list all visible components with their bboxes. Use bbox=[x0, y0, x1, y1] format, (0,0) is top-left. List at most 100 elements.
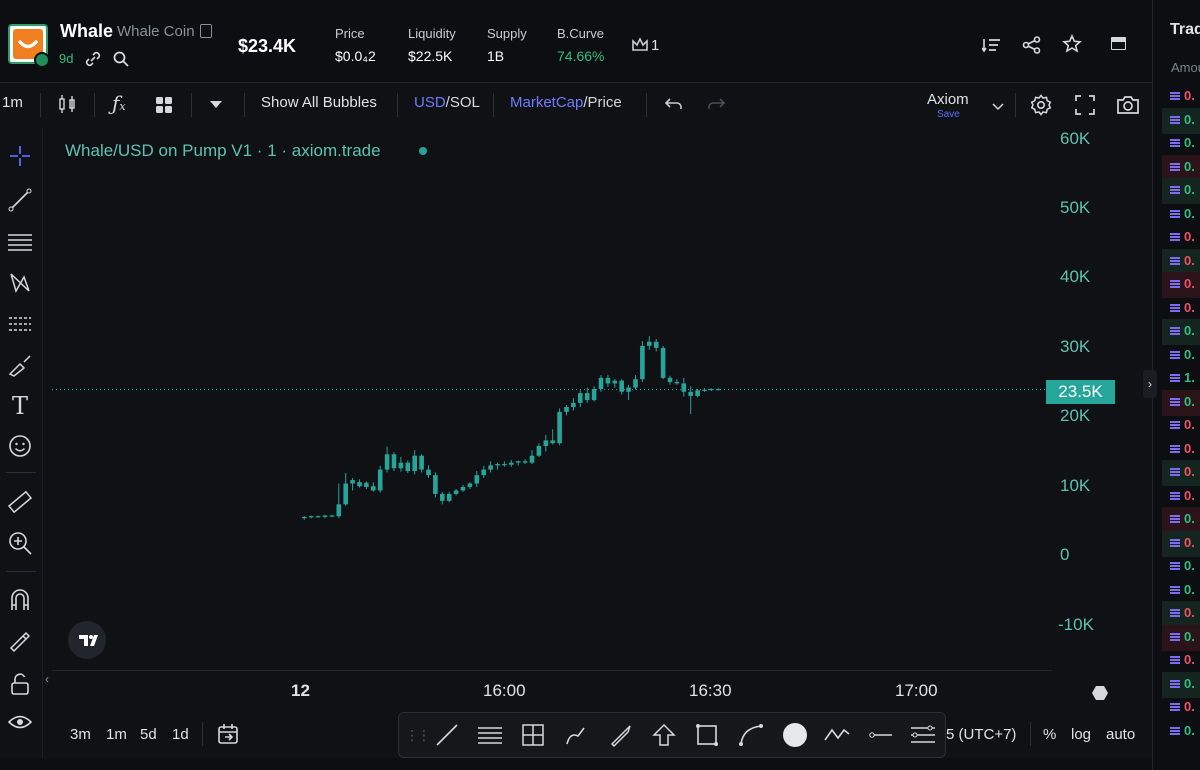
redo-icon[interactable] bbox=[706, 95, 726, 116]
trade-row[interactable]: 0. bbox=[1162, 225, 1200, 251]
star-icon[interactable] bbox=[1062, 34, 1082, 57]
text-tool-icon[interactable]: T bbox=[6, 392, 34, 420]
trade-row[interactable]: 0. bbox=[1162, 695, 1200, 721]
draw-brush-icon[interactable] bbox=[564, 722, 590, 748]
trade-row[interactable]: 0. bbox=[1162, 578, 1200, 604]
trade-row[interactable]: 0. bbox=[1162, 437, 1200, 463]
bottom-resize-bar[interactable] bbox=[0, 758, 1152, 770]
candle-body bbox=[529, 455, 535, 463]
fib-retracement-icon[interactable] bbox=[6, 310, 34, 338]
range-3m-button[interactable]: 3m bbox=[70, 726, 91, 743]
collapse-sidebar-icon[interactable]: › bbox=[1143, 370, 1157, 398]
show-all-bubbles-button[interactable]: Show All Bubbles bbox=[261, 94, 377, 111]
chevron-down-icon[interactable] bbox=[210, 101, 222, 108]
trade-row[interactable]: 0. bbox=[1162, 84, 1200, 110]
go-to-date-icon[interactable] bbox=[216, 722, 240, 749]
trend-line-icon[interactable] bbox=[6, 186, 34, 214]
trade-row[interactable]: 1. bbox=[1162, 366, 1200, 392]
trade-row[interactable]: 0. bbox=[1162, 178, 1200, 204]
lock-drawings-icon[interactable] bbox=[6, 626, 34, 654]
trade-row[interactable]: 0. bbox=[1162, 319, 1200, 345]
tradingview-logo[interactable] bbox=[68, 621, 106, 659]
auto-scale-toggle[interactable]: auto bbox=[1106, 726, 1135, 743]
trades-header[interactable]: Trad bbox=[1170, 21, 1200, 39]
trade-row[interactable]: 0. bbox=[1162, 719, 1200, 745]
trade-row[interactable]: 0. bbox=[1162, 507, 1200, 533]
camera-icon[interactable] bbox=[1116, 95, 1140, 118]
layout-chevron-down-icon[interactable] bbox=[992, 98, 1004, 114]
list-sort-icon[interactable] bbox=[981, 36, 1002, 57]
draw-curve-icon[interactable] bbox=[738, 722, 764, 748]
trade-row[interactable]: 0. bbox=[1162, 272, 1200, 298]
crosshair-icon[interactable] bbox=[6, 142, 34, 170]
currency-sol[interactable]: /SOL bbox=[446, 94, 480, 111]
brush-icon[interactable] bbox=[6, 352, 34, 380]
draw-fib-icon[interactable] bbox=[910, 722, 936, 748]
emoji-icon[interactable] bbox=[6, 432, 34, 460]
indicators-icon[interactable]: ƒx bbox=[112, 91, 126, 115]
candlestick-chart[interactable] bbox=[52, 128, 1052, 668]
range-5d-button[interactable]: 5d bbox=[140, 726, 157, 743]
timezone-selector[interactable]: 5 (UTC+7) bbox=[946, 726, 1016, 743]
hide-drawings-icon[interactable] bbox=[6, 708, 34, 736]
trade-row[interactable]: 0. bbox=[1162, 554, 1200, 580]
interval-selector[interactable]: 1m bbox=[2, 94, 23, 111]
percent-scale-toggle[interactable]: % bbox=[1043, 726, 1056, 743]
collapse-tools-icon[interactable]: ‹ bbox=[45, 672, 49, 686]
trade-row[interactable]: 0. bbox=[1162, 154, 1200, 181]
trade-row[interactable]: 0. bbox=[1162, 107, 1200, 134]
trade-row[interactable]: 0. bbox=[1162, 131, 1200, 157]
trade-row[interactable]: 0. bbox=[1162, 389, 1200, 416]
panel-layout-icon[interactable] bbox=[1111, 37, 1126, 50]
draw-arrow-up-icon[interactable] bbox=[651, 722, 677, 748]
trade-row[interactable]: 0. bbox=[1162, 601, 1200, 627]
draw-parallel-lines-icon[interactable] bbox=[477, 722, 503, 748]
draw-box-icon[interactable] bbox=[520, 722, 546, 748]
draw-path-icon[interactable] bbox=[824, 722, 850, 748]
range-1m-button[interactable]: 1m bbox=[106, 726, 127, 743]
draw-rectangle-icon[interactable] bbox=[694, 722, 720, 748]
trade-row[interactable]: 0. bbox=[1162, 248, 1200, 275]
copy-icon[interactable] bbox=[200, 24, 212, 38]
layout-name[interactable]: Axiom bbox=[927, 91, 969, 108]
currency-toggle[interactable]: USD/SOL bbox=[414, 94, 480, 111]
draw-circle-icon[interactable] bbox=[782, 722, 808, 748]
metric-marketcap[interactable]: MarketCap bbox=[510, 94, 583, 111]
candle-type-icon[interactable] bbox=[57, 94, 77, 117]
fullscreen-icon[interactable] bbox=[1075, 95, 1095, 118]
pattern-icon[interactable] bbox=[6, 269, 34, 297]
trade-row[interactable]: 0. bbox=[1162, 460, 1200, 486]
draw-pen-icon[interactable] bbox=[608, 722, 634, 748]
log-scale-toggle[interactable]: log bbox=[1071, 726, 1091, 743]
currency-usd[interactable]: USD bbox=[414, 94, 446, 111]
layout-save[interactable]: Save bbox=[937, 109, 960, 120]
trade-row[interactable]: 0. bbox=[1162, 624, 1200, 651]
trade-row[interactable]: 0. bbox=[1162, 530, 1200, 557]
link-icon[interactable] bbox=[84, 50, 102, 71]
share-icon[interactable] bbox=[1022, 36, 1042, 57]
trade-row[interactable]: 0. bbox=[1162, 202, 1200, 228]
gear-icon[interactable] bbox=[1030, 94, 1052, 119]
search-icon[interactable] bbox=[112, 50, 130, 71]
trade-row[interactable]: 0. bbox=[1162, 671, 1200, 698]
draw-horizontal-ray-icon[interactable] bbox=[868, 722, 894, 748]
trade-row[interactable]: 0. bbox=[1162, 296, 1200, 322]
trade-row[interactable]: 0. bbox=[1162, 413, 1200, 439]
metric-price[interactable]: /Price bbox=[583, 94, 621, 111]
range-1d-button[interactable]: 1d bbox=[172, 726, 189, 743]
axis-settings-icon[interactable] bbox=[1092, 685, 1108, 704]
zoom-in-icon[interactable] bbox=[6, 529, 34, 557]
undo-icon[interactable] bbox=[664, 95, 684, 116]
ruler-icon[interactable] bbox=[6, 488, 34, 516]
trade-row[interactable]: 0. bbox=[1162, 343, 1200, 369]
trade-row[interactable]: 0. bbox=[1162, 484, 1200, 510]
horizontal-lines-icon[interactable] bbox=[6, 228, 34, 256]
trade-row[interactable]: 0. bbox=[1162, 648, 1200, 674]
layout-grid-icon[interactable] bbox=[155, 96, 173, 117]
lock-icon[interactable] bbox=[6, 670, 34, 698]
magnet-icon[interactable] bbox=[6, 586, 34, 614]
drag-handle-icon[interactable]: ⋮⋮ bbox=[405, 727, 431, 744]
candle-body bbox=[557, 411, 562, 444]
metric-toggle[interactable]: MarketCap/Price bbox=[510, 94, 622, 111]
draw-trend-line-icon[interactable] bbox=[434, 722, 460, 748]
